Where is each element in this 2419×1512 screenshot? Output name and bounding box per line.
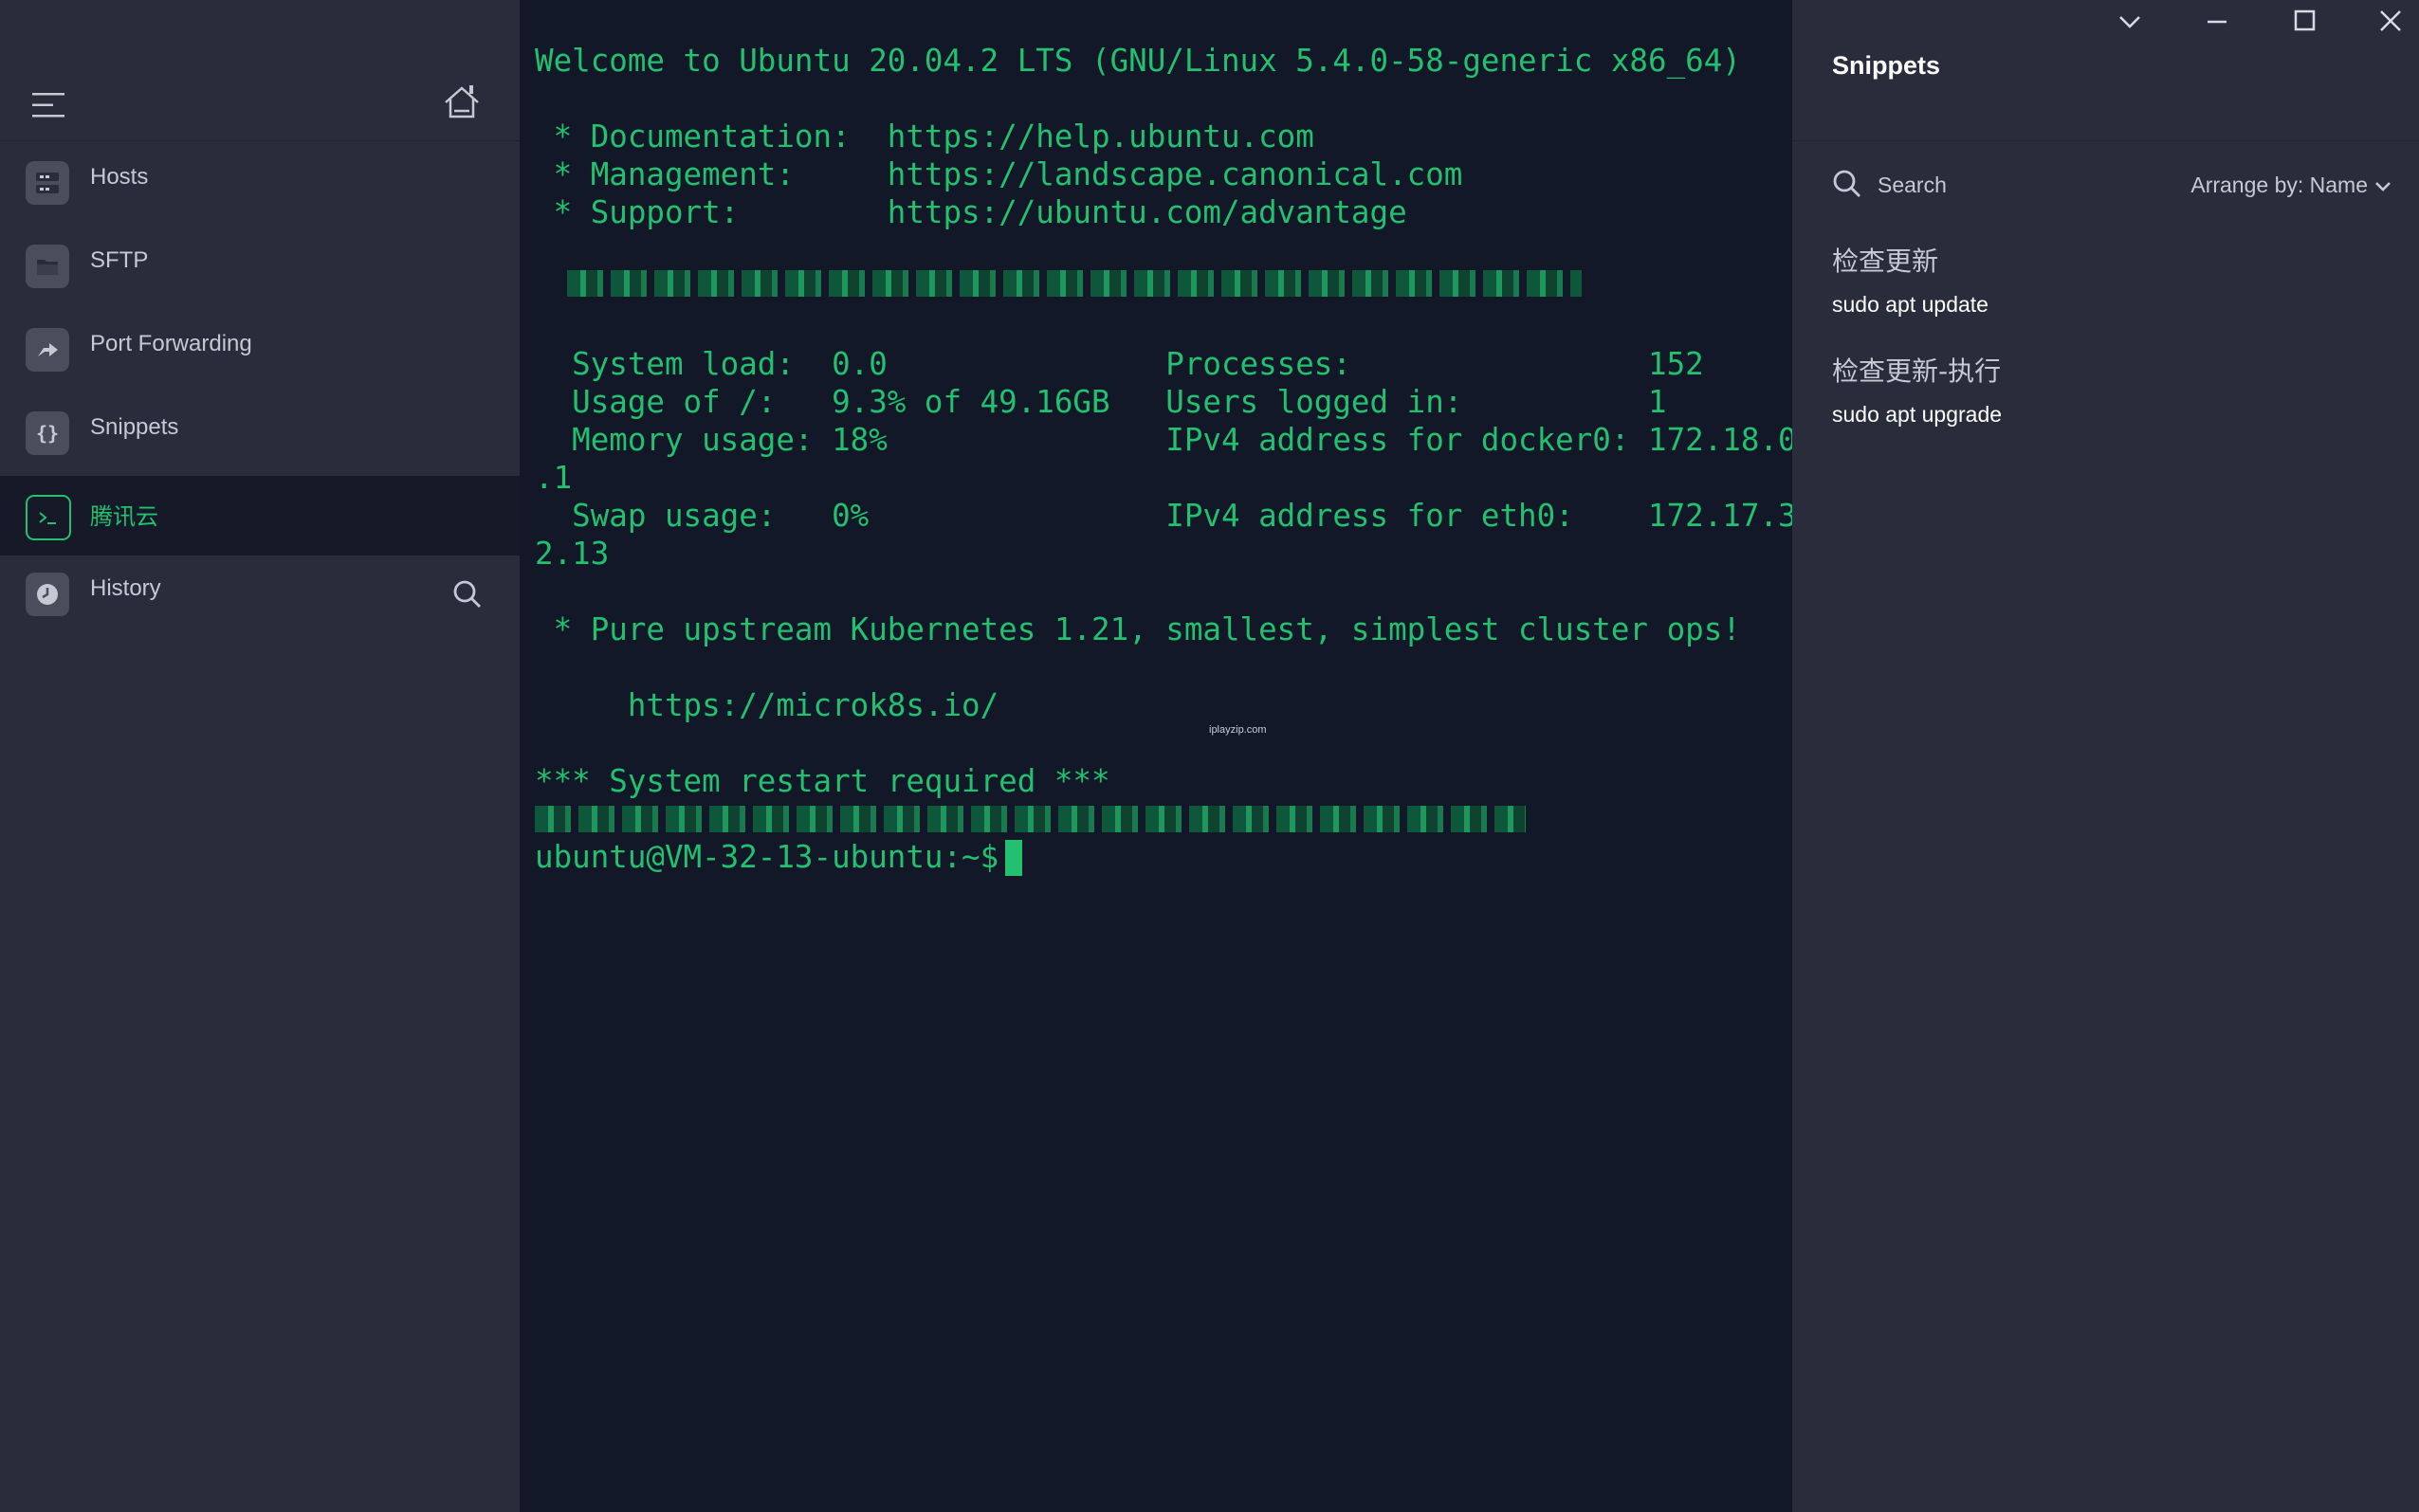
- sidebar-item-history[interactable]: History: [0, 554, 520, 633]
- chevron-down-icon[interactable]: [2111, 6, 2149, 38]
- snippet-item[interactable]: 检查更新 sudo apt update: [1832, 241, 2382, 318]
- port-forwarding-icon: [26, 328, 69, 372]
- terminal-line: Memory usage: 18% IPv4 address for docke…: [535, 422, 1792, 458]
- snippets-panel: Snippets Arrange by: Name 检查更新 sudo apt …: [1792, 0, 2419, 1512]
- sidebar-item-label: Port Forwarding: [90, 331, 252, 356]
- terminal-line: *** System restart required ***: [535, 763, 1110, 799]
- close-icon[interactable]: [2372, 6, 2410, 38]
- terminal-cursor: [1005, 840, 1022, 876]
- terminal-line: * Management: https://landscape.canonica…: [535, 156, 1463, 192]
- redacted-text: [535, 806, 1526, 832]
- terminal-line: 2.13: [535, 536, 610, 572]
- snippet-command: sudo apt update: [1832, 292, 1988, 317]
- arrange-by-dropdown[interactable]: Arrange by: Name: [2190, 173, 2392, 198]
- hosts-icon: [26, 161, 69, 205]
- snippet-name: 检查更新-执行: [1832, 355, 2002, 387]
- minimize-icon[interactable]: [2198, 6, 2236, 38]
- chevron-down-icon: [2375, 182, 2391, 191]
- sidebar-item-tencent-cloud[interactable]: 腾讯云: [0, 476, 520, 556]
- terminal-line: * Documentation: https://help.ubuntu.com: [535, 118, 1314, 155]
- arrange-by-label: Arrange by: Name: [2190, 173, 2368, 197]
- sidebar-header: [0, 0, 520, 141]
- snippet-item[interactable]: 检查更新-执行 sudo apt upgrade: [1832, 351, 2382, 428]
- snippet-command: sudo apt upgrade: [1832, 402, 2003, 427]
- terminal-line: Swap usage: 0% IPv4 address for eth0: 17…: [535, 498, 1792, 534]
- terminal-line: System load: 0.0 Processes: 152: [535, 346, 1704, 382]
- terminal-prompt: ubuntu@VM-32-13-ubuntu:~$: [535, 839, 1017, 875]
- home-icon[interactable]: [442, 83, 482, 121]
- snippet-name: 检查更新: [1832, 246, 1939, 277]
- terminal[interactable]: Welcome to Ubuntu 20.04.2 LTS (GNU/Linux…: [520, 0, 1792, 1512]
- braces-icon: {}: [26, 411, 69, 455]
- sidebar-item-sftp[interactable]: SFTP: [0, 226, 520, 305]
- maximize-icon[interactable]: [2285, 6, 2323, 38]
- terminal-line: .1: [535, 460, 573, 496]
- menu-icon[interactable]: [32, 93, 66, 118]
- snippets-title: Snippets: [1832, 51, 1941, 80]
- sidebar-item-label: Hosts: [90, 164, 149, 190]
- sidebar-item-hosts[interactable]: Hosts: [0, 142, 520, 222]
- search-input[interactable]: [1876, 167, 2126, 203]
- sidebar-item-label: History: [90, 575, 161, 601]
- folder-icon: [26, 245, 69, 288]
- clock-icon: [26, 573, 69, 616]
- sidebar: Hosts SFTP Port Forwarding {} Snippets 腾…: [0, 0, 520, 1512]
- terminal-line: Welcome to Ubuntu 20.04.2 LTS (GNU/Linux…: [535, 43, 1741, 79]
- history-search-icon[interactable]: [451, 578, 484, 610]
- snippets-header: Snippets: [1792, 0, 2419, 141]
- svg-text:{}: {}: [36, 422, 59, 445]
- sidebar-item-port-forwarding[interactable]: Port Forwarding: [0, 309, 520, 389]
- terminal-line: * Pure upstream Kubernetes 1.21, smalles…: [535, 611, 1741, 647]
- sidebar-item-label: 腾讯云: [90, 504, 158, 530]
- sidebar-item-label: Snippets: [90, 414, 179, 440]
- sidebar-item-snippets[interactable]: {} Snippets: [0, 392, 520, 472]
- terminal-icon: [26, 495, 71, 540]
- terminal-line: * Support: https://ubuntu.com/advantage: [535, 194, 1407, 230]
- search-icon[interactable]: [1832, 169, 1862, 199]
- watermark: iplayzip.com: [1209, 724, 1267, 736]
- terminal-line: https://microk8s.io/: [535, 687, 999, 723]
- redacted-text: [567, 270, 1582, 297]
- terminal-line: Usage of /: 9.3% of 49.16GB Users logged…: [535, 384, 1667, 420]
- sidebar-item-label: SFTP: [90, 247, 149, 273]
